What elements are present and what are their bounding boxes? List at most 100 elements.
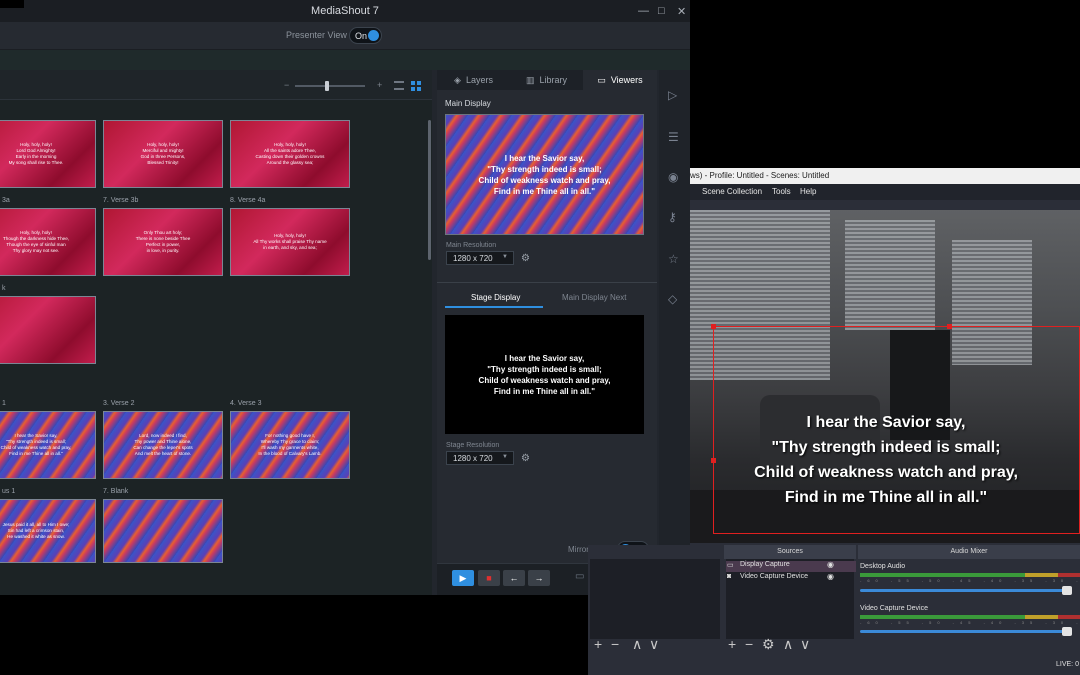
- obs-title-bar: ws) - Profile: Untitled - Scenes: Untitl…: [690, 168, 1080, 184]
- move-source-up-button[interactable]: ∧: [783, 636, 793, 653]
- cue-thumbnail[interactable]: Holy, holy, holy! All Thy works shall pr…: [230, 208, 350, 276]
- library-icon: ▥: [525, 74, 535, 85]
- key-icon[interactable]: ⚷: [668, 210, 677, 224]
- volume-slider-handle[interactable]: [1062, 627, 1072, 636]
- meter-scale: -60 -55 -50 -45 -40 -35 -30 -25 -20 -15 …: [860, 620, 1080, 624]
- cue-thumbnail[interactable]: Holy, holy, holy! Lord God Almighty! Ear…: [0, 120, 96, 188]
- grid-view-icon[interactable]: [411, 81, 421, 91]
- cue-label: 7. Verse 3b: [103, 197, 139, 204]
- remove-source-button[interactable]: −: [745, 636, 753, 652]
- cue-thumbnail[interactable]: For nothing good have I, Whereby Thy gra…: [230, 411, 350, 479]
- previous-button[interactable]: ←: [503, 570, 525, 586]
- tab-layers[interactable]: ◈ Layers: [437, 70, 510, 90]
- live-status: LIVE: 0: [1056, 661, 1079, 668]
- tab-layers-label: Layers: [465, 75, 493, 85]
- meter-scale: -60 -55 -50 -45 -40 -35 -30 -25 -20 -15 …: [860, 578, 1080, 582]
- presenter-view-state: On: [355, 30, 368, 41]
- maximize-button[interactable]: □: [658, 5, 665, 17]
- source-item[interactable]: ◙ Video Capture Device ◉: [726, 572, 856, 584]
- tab-library[interactable]: ▥ Library: [510, 70, 583, 90]
- toolbar-strip: [0, 50, 690, 70]
- tab-stage-display[interactable]: Stage Display: [471, 293, 520, 302]
- source-name: Video Capture Device: [740, 573, 808, 580]
- next-button[interactable]: →: [528, 570, 550, 586]
- minimize-button[interactable]: —: [638, 5, 649, 17]
- add-source-button[interactable]: +: [728, 636, 736, 652]
- audio-meter: [860, 615, 1080, 619]
- top-toolbar: Presenter View : On: [0, 22, 690, 50]
- mixer-channel-label: Desktop Audio: [860, 563, 906, 570]
- eye-icon[interactable]: ◉: [827, 572, 834, 581]
- zoom-slider[interactable]: [295, 81, 365, 91]
- source-properties-button[interactable]: ⚙: [762, 636, 775, 653]
- volume-slider[interactable]: [860, 586, 1072, 595]
- menu-tools[interactable]: Tools: [772, 187, 791, 196]
- remove-scene-button[interactable]: −: [611, 636, 619, 652]
- close-button[interactable]: ✕: [677, 5, 686, 18]
- stage-display-preview: I hear the Savior say, "Thy strength ind…: [445, 315, 644, 434]
- tab-main-display-next[interactable]: Main Display Next: [562, 293, 626, 302]
- cue-thumbnail[interactable]: Lord, now indeed I find, Thy power and T…: [103, 411, 223, 479]
- stage-resolution-dropdown[interactable]: 1280 x 720 ▼: [446, 451, 514, 465]
- eye-icon[interactable]: ◉: [827, 560, 834, 569]
- list-icon[interactable]: ☰: [668, 130, 679, 144]
- zoom-in-icon[interactable]: +: [377, 80, 382, 90]
- resize-handle[interactable]: [711, 458, 716, 463]
- resize-handle[interactable]: [711, 324, 716, 329]
- list-view-icon[interactable]: [394, 81, 404, 90]
- cue-grid-scrollbar[interactable]: [428, 120, 431, 260]
- divider: [437, 282, 657, 283]
- cue-label: 7. Blank: [103, 488, 129, 495]
- presenter-view-toggle[interactable]: On: [349, 27, 382, 44]
- stop-button[interactable]: ■: [478, 570, 500, 586]
- cue-thumbnail-active[interactable]: I hear the Savior say, "Thy strength ind…: [0, 411, 96, 479]
- star-icon[interactable]: ☆: [668, 252, 679, 266]
- screen-icon[interactable]: ▭: [575, 571, 584, 582]
- tab-viewers[interactable]: ▭ Viewers: [583, 70, 657, 90]
- layers-icon: ◈: [454, 74, 461, 85]
- eye-icon[interactable]: ◉: [668, 170, 678, 184]
- scenes-list[interactable]: [590, 559, 720, 639]
- tab-viewers-label: Viewers: [610, 75, 643, 85]
- menu-help[interactable]: Help: [800, 187, 816, 196]
- source-item[interactable]: ▭ Display Capture ◉: [726, 560, 856, 572]
- tab-library-label: Library: [539, 75, 568, 85]
- gear-icon[interactable]: ⚙: [521, 253, 530, 264]
- volume-slider-handle[interactable]: [1062, 586, 1072, 595]
- main-resolution-label: Main Resolution: [446, 242, 497, 249]
- cue-thumbnail[interactable]: Holy, holy, holy! Though the darkness hi…: [0, 208, 96, 276]
- cue-grid-toolbar: − +: [0, 70, 432, 100]
- volume-slider[interactable]: [860, 627, 1072, 636]
- monitor-icon: ▭: [597, 74, 606, 85]
- zoom-out-icon[interactable]: −: [284, 80, 289, 90]
- bookmark-icon[interactable]: ◇: [668, 292, 677, 306]
- title-bar: MediaShout 7 — □ ✕: [0, 0, 690, 22]
- move-source-down-button[interactable]: ∨: [800, 636, 810, 653]
- move-scene-up-button[interactable]: ∧: [632, 636, 642, 653]
- obs-menu-bar: Scene Collection Tools Help: [690, 184, 1080, 200]
- main-resolution-dropdown[interactable]: 1280 x 720 ▼: [446, 251, 514, 265]
- presenter-view-label: Presenter View :: [286, 30, 352, 40]
- play-button[interactable]: ▶: [452, 570, 474, 586]
- sources-header: Sources: [724, 545, 856, 559]
- move-scene-down-button[interactable]: ∨: [649, 636, 659, 653]
- play-circle-icon[interactable]: ▷: [668, 88, 677, 102]
- cue-thumbnail[interactable]: Only Thou art holy; There is none beside…: [103, 208, 223, 276]
- cue-thumbnail[interactable]: Holy, holy, holy! All the saints adore T…: [230, 120, 350, 188]
- cue-thumbnail[interactable]: Jesus paid it all, all to Him I owe; Sin…: [0, 499, 96, 563]
- menu-scene-collection[interactable]: Scene Collection: [702, 187, 762, 196]
- add-scene-button[interactable]: +: [594, 636, 602, 652]
- main-display-preview: I hear the Savior say, "Thy strength ind…: [445, 114, 644, 235]
- cue-thumbnail[interactable]: Holy, holy, holy! Merciful and mighty! G…: [103, 120, 223, 188]
- source-name: Display Capture: [740, 561, 790, 568]
- audio-meter: [860, 573, 1080, 577]
- cue-label: k: [2, 285, 6, 292]
- mixer-channel-label: Video Capture Device: [860, 605, 928, 612]
- zoom-slider-handle[interactable]: [325, 81, 329, 91]
- cue-thumbnail[interactable]: [103, 499, 223, 563]
- stage-resolution-label: Stage Resolution: [446, 442, 500, 449]
- cue-thumbnail[interactable]: [0, 296, 96, 364]
- gear-icon[interactable]: ⚙: [521, 453, 530, 464]
- source-selection-box[interactable]: [713, 326, 1080, 534]
- resize-handle[interactable]: [947, 324, 952, 329]
